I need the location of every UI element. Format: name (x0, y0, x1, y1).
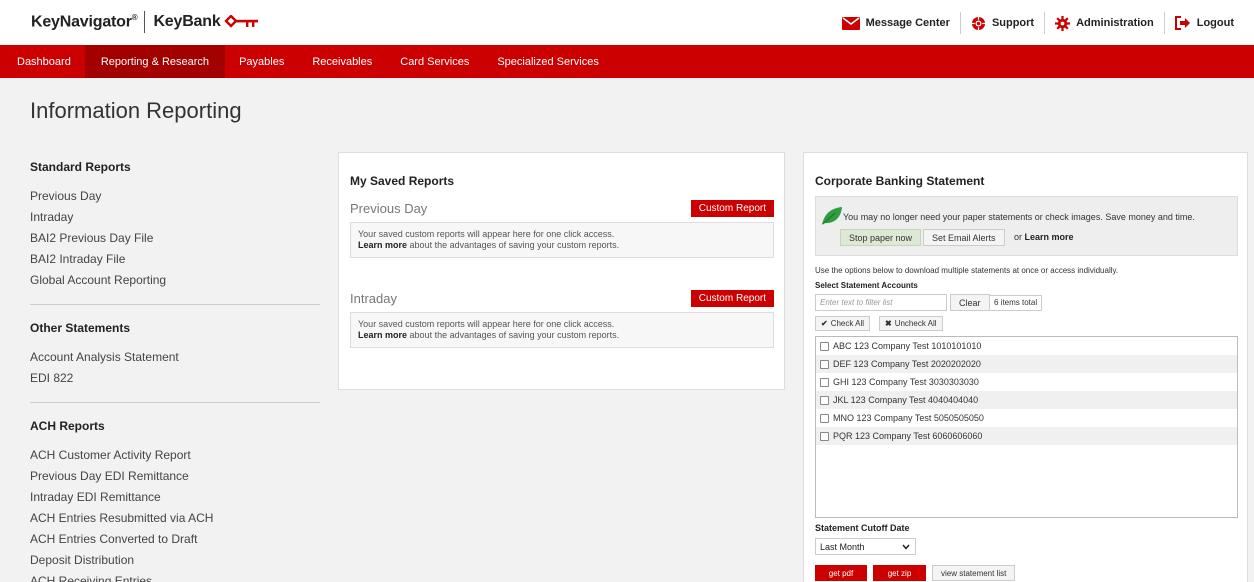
sidebar-heading-other-statements: Other Statements (30, 321, 131, 335)
logout-link[interactable]: Logout (1163, 12, 1244, 34)
saved-report-info: Your saved custom reports will appear he… (350, 312, 774, 348)
promo-message: You may no longer need your paper statem… (843, 212, 1195, 222)
get-pdf-button[interactable]: get pdf (815, 565, 867, 581)
account-option[interactable]: GHI 123 Company Test 3030303030 (816, 373, 1237, 391)
envelope-icon (841, 16, 860, 30)
set-email-alerts-button[interactable]: Set Email Alerts (923, 229, 1005, 246)
administration-link[interactable]: Administration (1044, 12, 1164, 34)
checkbox[interactable] (820, 431, 829, 441)
report-name: Previous Day (350, 201, 428, 216)
nav-reporting-research[interactable]: Reporting & Research (84, 45, 226, 78)
saved-reports-panel: My Saved Reports Previous Day Custom Rep… (338, 152, 785, 390)
keynavigator-wordmark: KeyNavigator® (31, 12, 138, 31)
lifebuoy-icon (971, 16, 985, 30)
nav-specialized-services[interactable]: Specialized Services (483, 45, 613, 78)
sidebar-link-ach-customer-activity[interactable]: ACH Customer Activity Report (30, 445, 320, 466)
stop-paper-button[interactable]: Stop paper now (840, 229, 922, 246)
custom-report-button[interactable]: Custom Report (690, 290, 774, 307)
cutoff-date-select[interactable]: Last Month (815, 538, 916, 555)
account-option[interactable]: ABC 123 Company Test 1010101010 (816, 337, 1237, 355)
sidebar-divider (30, 402, 320, 403)
report-sidebar: Standard Reports Previous Day Intraday B… (30, 160, 320, 582)
learn-more-link[interactable]: Learn more (358, 330, 407, 340)
sidebar-link-account-analysis[interactable]: Account Analysis Statement (30, 347, 320, 368)
saved-report-previous-day: Previous Day Custom Report Your saved cu… (350, 198, 774, 258)
support-link[interactable]: Support (959, 12, 1044, 34)
key-logo-icon (223, 15, 258, 28)
clear-filter-button[interactable]: Clear (950, 294, 990, 311)
get-zip-button[interactable]: get zip (873, 565, 926, 581)
nav-payables[interactable]: Payables (225, 45, 298, 78)
gear-icon (1055, 15, 1071, 31)
checkbox[interactable] (820, 377, 829, 387)
learn-more-link[interactable]: Learn more (358, 240, 407, 250)
top-header: KeyNavigator® KeyBank Message Center Sup… (0, 0, 1254, 45)
checkmark-icon: ✔ (821, 319, 828, 328)
checkbox[interactable] (820, 395, 829, 405)
account-filter-input[interactable] (815, 294, 947, 311)
items-total-badge: 6 items total (989, 295, 1043, 311)
sidebar-link-ach-resubmitted[interactable]: ACH Entries Resubmitted via ACH (30, 508, 320, 529)
x-mark-icon: ✖ (885, 319, 892, 328)
nav-card-services[interactable]: Card Services (386, 45, 483, 78)
brand-separator (144, 11, 146, 33)
sidebar-heading-ach-reports: ACH Reports (30, 419, 105, 433)
brand-logo[interactable]: KeyNavigator® KeyBank (31, 11, 260, 33)
check-all-button[interactable]: ✔ Check All (815, 316, 871, 331)
header-links: Message Center Support Administration Lo… (832, 12, 1244, 34)
sidebar-divider (30, 304, 320, 305)
custom-report-button[interactable]: Custom Report (690, 200, 774, 217)
leaf-icon (822, 207, 842, 225)
checkbox[interactable] (820, 359, 829, 369)
statement-instructions: Use the options below to download multip… (815, 266, 1119, 275)
report-name: Intraday (350, 291, 397, 306)
sidebar-link-intraday[interactable]: Intraday (30, 207, 320, 228)
account-option[interactable]: MNO 123 Company Test 5050505050 (816, 409, 1237, 427)
saved-reports-title: My Saved Reports (350, 174, 455, 188)
paperless-promo: You may no longer need your paper statem… (815, 196, 1238, 256)
keybank-wordmark: KeyBank (153, 13, 221, 30)
select-accounts-label: Select Statement Accounts (815, 281, 918, 290)
main-nav: Dashboard Reporting & Research Payables … (0, 45, 1254, 78)
sidebar-link-edi-822[interactable]: EDI 822 (30, 368, 320, 389)
message-center-link[interactable]: Message Center (832, 12, 960, 34)
uncheck-all-button[interactable]: ✖ Uncheck All (879, 316, 943, 331)
chevron-down-icon (902, 544, 910, 550)
saved-report-info: Your saved custom reports will appear he… (350, 222, 774, 258)
account-option[interactable]: PQR 123 Company Test 6060606060 (816, 427, 1237, 445)
sidebar-link-previous-day-edi[interactable]: Previous Day EDI Remittance (30, 466, 320, 487)
sidebar-link-previous-day[interactable]: Previous Day (30, 186, 320, 207)
checkbox[interactable] (820, 341, 829, 351)
learn-more-link[interactable]: Learn more (1025, 232, 1074, 242)
sidebar-link-bai2-intraday[interactable]: BAI2 Intraday File (30, 249, 320, 270)
logout-icon (1174, 16, 1190, 30)
cutoff-date-label: Statement Cutoff Date (815, 523, 910, 533)
nav-receivables[interactable]: Receivables (298, 45, 386, 78)
sidebar-link-deposit-distribution[interactable]: Deposit Distribution (30, 550, 320, 571)
sidebar-link-intraday-edi[interactable]: Intraday EDI Remittance (30, 487, 320, 508)
sidebar-heading-standard-reports: Standard Reports (30, 160, 131, 174)
nav-dashboard[interactable]: Dashboard (0, 45, 85, 78)
sidebar-link-ach-converted[interactable]: ACH Entries Converted to Draft (30, 529, 320, 550)
statement-panel: Corporate Banking Statement You may no l… (803, 152, 1248, 582)
sidebar-link-ach-receiving[interactable]: ACH Receiving Entries (30, 571, 320, 582)
sidebar-link-bai2-previous-day[interactable]: BAI2 Previous Day File (30, 228, 320, 249)
account-option[interactable]: JKL 123 Company Test 4040404040 (816, 391, 1237, 409)
saved-report-intraday: Intraday Custom Report Your saved custom… (350, 288, 774, 348)
page-title: Information Reporting (30, 98, 242, 123)
checkbox[interactable] (820, 413, 829, 423)
account-option[interactable]: DEF 123 Company Test 2020202020 (816, 355, 1237, 373)
account-list[interactable]: ABC 123 Company Test 1010101010 DEF 123 … (815, 336, 1238, 518)
view-statement-list-button[interactable]: view statement list (932, 565, 1016, 581)
sidebar-link-global-account[interactable]: Global Account Reporting (30, 270, 320, 291)
statement-title: Corporate Banking Statement (815, 174, 985, 188)
